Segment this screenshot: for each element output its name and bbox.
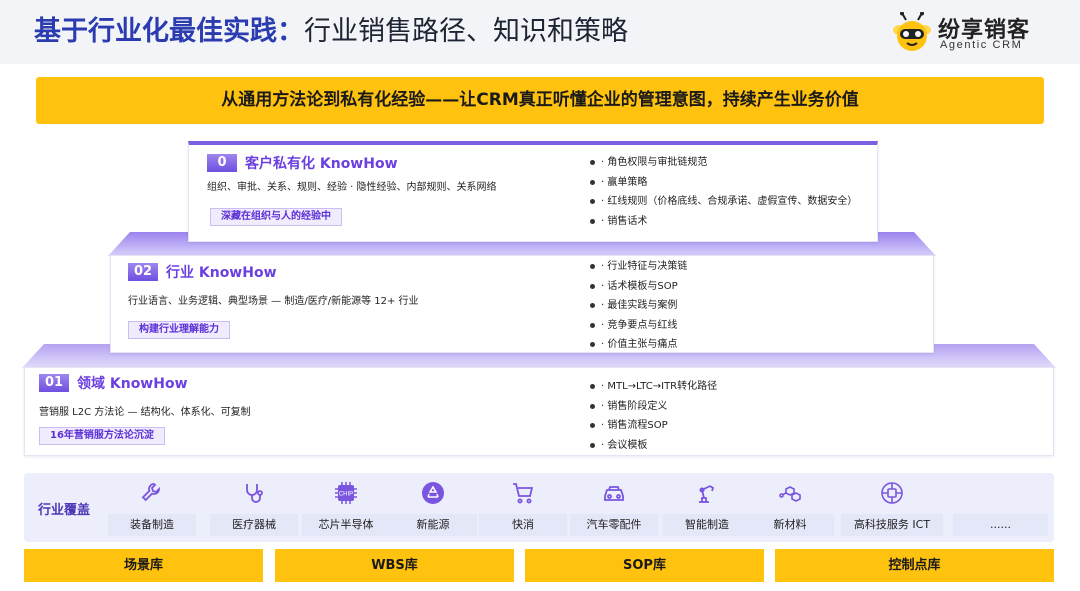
- list-item: · MTL→LTC→ITR转化路径: [590, 377, 717, 397]
- industry-item: 智能制造: [663, 473, 751, 542]
- library-control-point: 控制点库: [775, 549, 1054, 582]
- level-title-text: 领域 KnowHow: [77, 376, 188, 392]
- library-wbs: WBS库: [275, 549, 514, 582]
- industry-label: 行业覆盖: [38, 503, 91, 518]
- list-item: · 竞争要点与红线: [590, 316, 687, 336]
- list-item: · 角色权限与审批链规范: [590, 153, 857, 173]
- list-item: · 销售流程SOP: [590, 416, 717, 436]
- network-icon: [881, 482, 903, 504]
- level-industry-bullets: · 行业特征与决策链 · 话术模板与SOP · 最佳实践与案例 · 竞争要点与红…: [590, 257, 687, 355]
- industry-name: 新能源: [389, 514, 477, 536]
- level-private-title: 0 客户私有化 KnowHow: [207, 153, 398, 173]
- industry-item: 高科技服务 ICT: [841, 473, 943, 542]
- industry-item: 新材料: [746, 473, 834, 542]
- industry-item: 医疗器械: [210, 473, 298, 542]
- level-number-badge: 0: [207, 154, 237, 172]
- library-sop: SOP库: [525, 549, 764, 582]
- level-title-text: 客户私有化 KnowHow: [245, 156, 398, 172]
- header: 基于行业化最佳实践：行业销售路径、知识和策略 纷享销客 Agentic CRM: [0, 0, 1080, 64]
- page-title: 基于行业化最佳实践：行业销售路径、知识和策略: [34, 14, 628, 50]
- level-domain-tag: 16年营销服方法论沉淀: [39, 427, 165, 445]
- level-private-bullets: · 角色权限与审批链规范 · 赢单策略 · 红线规则（价格底线、合规承诺、虚假宣…: [590, 153, 857, 231]
- list-item: · 红线规则（价格底线、合规承诺、虚假宣传、数据安全）: [590, 192, 857, 212]
- industry-name: 汽车零配件: [570, 514, 658, 536]
- industry-name: ......: [953, 514, 1048, 536]
- list-item: · 行业特征与决策链: [590, 257, 687, 277]
- industry-item: CHIP 芯片半导体: [302, 473, 390, 542]
- page-title-bold: 基于行业化最佳实践：: [34, 16, 304, 47]
- industry-name: 医疗器械: [210, 514, 298, 536]
- recycle-icon: [422, 482, 444, 504]
- list-item: · 会议模板: [590, 436, 717, 456]
- wrench-icon: [141, 483, 160, 502]
- level-industry-desc: 行业语言、业务逻辑、典型场景 — 制造/医疗/新能源等 12+ 行业: [128, 296, 419, 307]
- shopping-cart-icon: [513, 483, 534, 504]
- library-scenario: 场景库: [24, 549, 263, 582]
- level-industry-tag: 构建行业理解能力: [128, 321, 230, 339]
- car-icon: [604, 486, 624, 501]
- list-item: · 赢单策略: [590, 173, 857, 193]
- industry-name: 快消: [479, 514, 567, 536]
- industry-name: 装备制造: [108, 514, 196, 536]
- level-number-badge: 02: [128, 263, 158, 281]
- chip-icon: CHIP: [335, 482, 357, 504]
- bee-mascot-icon: [893, 12, 931, 51]
- industry-name: 高科技服务 ICT: [841, 514, 943, 536]
- stethoscope-icon: [246, 484, 263, 503]
- level-private-desc: 组织、审批、关系、规则、经验 · 隐性经验、内部规则、关系网络: [207, 182, 497, 193]
- industry-coverage: 行业覆盖 装备制造 医疗器械 CHIP 芯片半导体 新能源 快消 汽车零配件 智…: [24, 473, 1054, 542]
- industry-item: 快消: [479, 473, 567, 542]
- industry-name: 芯片半导体: [302, 514, 390, 536]
- industry-name: 新材料: [746, 514, 834, 536]
- molecule-icon: [779, 486, 801, 502]
- level-domain-title: 01 领域 KnowHow: [39, 373, 188, 393]
- level-domain-bullets: · MTL→LTC→ITR转化路径 · 销售阶段定义 · 销售流程SOP · 会…: [590, 377, 717, 455]
- list-item: · 话术模板与SOP: [590, 277, 687, 297]
- brand-logo: 纷享销客 Agentic CRM: [892, 8, 1062, 58]
- industry-name: 智能制造: [663, 514, 751, 536]
- level-industry-title: 02 行业 KnowHow: [128, 262, 277, 282]
- robot-arm-icon: [699, 485, 715, 503]
- chip-label: CHIP: [339, 492, 353, 498]
- page-title-rest: 行业销售路径、知识和策略: [304, 16, 628, 47]
- list-item: · 最佳实践与案例: [590, 296, 687, 316]
- industry-item: 汽车零配件: [570, 473, 658, 542]
- level-private-tag: 深藏在组织与人的经验中: [210, 208, 342, 226]
- list-item: · 价值主张与痛点: [590, 335, 687, 355]
- list-item: · 销售阶段定义: [590, 397, 717, 417]
- industry-item: 装备制造: [108, 473, 196, 542]
- industry-item: 新能源: [389, 473, 477, 542]
- industry-item-more: ......: [953, 473, 1048, 542]
- level-number-badge: 01: [39, 374, 69, 392]
- list-item: · 销售话术: [590, 212, 857, 232]
- level-domain-desc: 营销服 L2C 方法论 — 结构化、体系化、可复制: [39, 407, 251, 418]
- level-title-text: 行业 KnowHow: [166, 265, 277, 281]
- headline-banner: 从通用方法论到私有化经验——让CRM真正听懂企业的管理意图，持续产生业务价值: [36, 77, 1044, 124]
- brand-tagline: Agentic CRM: [940, 39, 1023, 51]
